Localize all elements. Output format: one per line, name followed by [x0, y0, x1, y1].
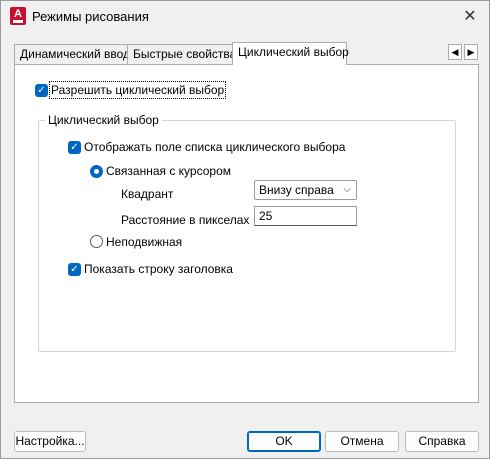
- tab-scroll-left-icon[interactable]: ◀: [448, 44, 462, 60]
- show-title-bar-checkbox[interactable]: ✓: [68, 263, 81, 276]
- help-button[interactable]: Справка: [405, 431, 479, 452]
- app-icon-letter: A: [14, 8, 22, 20]
- tab-quick-properties[interactable]: Быстрые свойства: [127, 44, 236, 65]
- options-button[interactable]: Настройка...: [14, 431, 86, 452]
- show-title-bar-label[interactable]: Показать строку заголовка: [84, 262, 233, 276]
- window-title: Режимы рисования: [32, 9, 149, 24]
- cycling-group-title: Циклический выбор: [45, 113, 162, 127]
- quadrant-select[interactable]: Внизу справа ⌵: [254, 180, 357, 200]
- title-bar: A Режимы рисования ✕: [1, 1, 489, 33]
- distance-label: Расстояние в пикселах: [121, 213, 250, 227]
- enable-cycling-label[interactable]: Разрешить циклический выбор: [48, 81, 227, 99]
- show-list-checkbox[interactable]: ✓: [68, 141, 81, 154]
- tab-strip: Динамический ввод Быстрые свойства Цикли…: [14, 42, 479, 65]
- chevron-down-icon: ⌵: [343, 184, 351, 195]
- tab-panel-selection-cycling: ✓ Разрешить циклический выбор Циклически…: [14, 64, 479, 403]
- tab-dynamic-input[interactable]: Динамический ввод: [14, 44, 130, 65]
- static-radio[interactable]: [90, 235, 103, 248]
- quadrant-label: Квадрант: [121, 187, 174, 201]
- ok-button[interactable]: OK: [247, 431, 321, 452]
- cursor-dependent-label[interactable]: Связанная с курсором: [106, 164, 231, 178]
- distance-field[interactable]: 25: [254, 206, 357, 226]
- cursor-dependent-radio[interactable]: [90, 165, 103, 178]
- static-label[interactable]: Неподвижная: [106, 235, 182, 249]
- dialog-window: A Режимы рисования ✕ Динамический ввод Б…: [0, 0, 490, 459]
- show-list-label[interactable]: Отображать поле списка циклического выбо…: [84, 140, 345, 154]
- tab-scroll-right-icon[interactable]: ▶: [464, 44, 478, 60]
- enable-cycling-checkbox[interactable]: ✓: [35, 84, 48, 97]
- quadrant-value: Внизу справа: [259, 183, 334, 197]
- close-icon[interactable]: ✕: [457, 5, 483, 29]
- autocad-app-icon: A: [10, 7, 26, 25]
- cancel-button[interactable]: Отмена: [325, 431, 399, 452]
- tab-selection-cycling[interactable]: Циклический выбор: [232, 42, 349, 65]
